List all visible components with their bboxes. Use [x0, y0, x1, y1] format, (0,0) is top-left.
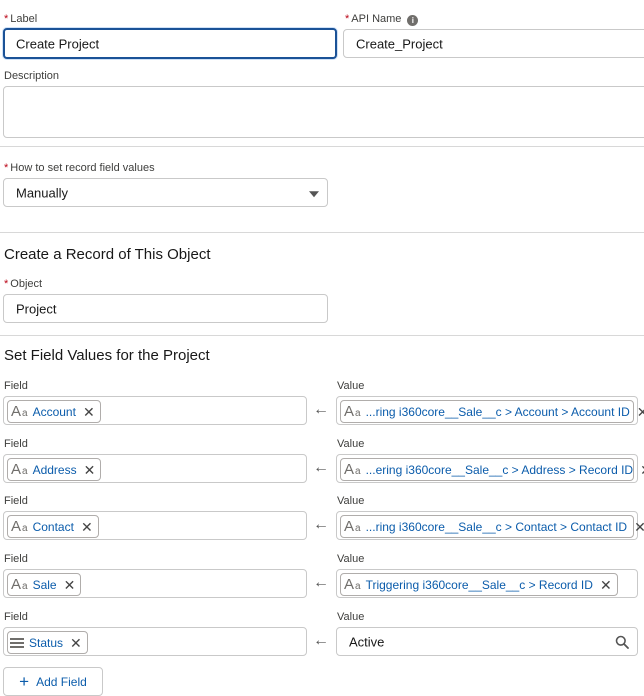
- remove-icon[interactable]: ✕: [81, 520, 93, 534]
- how-to-set-value: Manually: [16, 185, 69, 200]
- how-to-set-select[interactable]: Manually: [3, 178, 328, 207]
- field-label: Field: [4, 380, 28, 392]
- description-textarea[interactable]: [3, 86, 644, 138]
- field-label: Field: [4, 553, 28, 565]
- field-pill-sale: Aa Sale ✕: [7, 573, 82, 596]
- value-label: Value: [337, 495, 365, 507]
- value-input-account[interactable]: Aa ...ring i360core__Sale__c > Account >…: [336, 396, 644, 425]
- api-name-field-label: * API Name i: [345, 13, 419, 26]
- text-type-icon: Aa: [344, 576, 361, 593]
- remove-icon[interactable]: ✕: [70, 636, 82, 650]
- add-field-button[interactable]: + Add Field: [3, 667, 103, 696]
- picklist-icon: [10, 637, 24, 648]
- field-label: Field: [4, 495, 28, 507]
- label-input[interactable]: Create Project: [3, 28, 337, 59]
- field-pill-status: Status ✕: [7, 631, 88, 654]
- text-type-icon: Aa: [11, 576, 28, 593]
- field-input-address[interactable]: Aa Address ✕: [3, 454, 307, 483]
- field-label: Field: [4, 438, 28, 450]
- remove-icon[interactable]: ✕: [600, 578, 612, 592]
- text-type-icon: Aa: [11, 518, 28, 535]
- value-label: Value: [337, 380, 365, 392]
- value-label: Value: [337, 553, 365, 565]
- value-input-contact[interactable]: Aa ...ring i360core__Sale__c > Contact >…: [336, 511, 644, 540]
- field-input-contact[interactable]: Aa Contact ✕: [3, 511, 307, 540]
- object-input-value: Project: [16, 301, 57, 316]
- info-icon[interactable]: i: [407, 15, 419, 26]
- text-type-icon: Aa: [344, 403, 361, 420]
- field-input-account[interactable]: Aa Account ✕: [3, 396, 307, 425]
- text-type-icon: Aa: [344, 461, 361, 478]
- search-icon: [615, 635, 629, 649]
- value-input-sale[interactable]: Aa Triggering i360core__Sale__c > Record…: [336, 569, 638, 598]
- text-type-icon: Aa: [344, 518, 361, 535]
- value-input-status-text: Active: [349, 634, 385, 649]
- divider: [0, 232, 644, 233]
- value-pill-sale: Aa Triggering i360core__Sale__c > Record…: [340, 573, 618, 596]
- field-pill-label: Sale: [32, 577, 57, 592]
- remove-icon[interactable]: ✕: [64, 578, 76, 592]
- section-heading-record: Create a Record of This Object: [4, 246, 211, 263]
- field-input-status[interactable]: Status ✕: [3, 627, 307, 656]
- text-type-icon: Aa: [11, 403, 28, 420]
- field-label: Field: [4, 611, 28, 623]
- text-type-icon: Aa: [11, 461, 28, 478]
- remove-icon[interactable]: ✕: [637, 405, 644, 419]
- value-label: Value: [337, 611, 365, 623]
- remove-icon[interactable]: ✕: [634, 520, 644, 534]
- add-field-label: Add Field: [36, 674, 87, 689]
- object-field-label: * Object: [4, 278, 43, 290]
- api-name-input[interactable]: Create_Project: [343, 29, 644, 58]
- value-input-address[interactable]: Aa ...ering i360core__Sale__c > Address …: [336, 454, 644, 483]
- value-pill-account: Aa ...ring i360core__Sale__c > Account >…: [340, 400, 644, 423]
- value-pill-label: Triggering i360core__Sale__c > Record ID: [365, 577, 593, 592]
- divider: [0, 335, 644, 336]
- field-pill-label: Address: [32, 462, 77, 477]
- left-arrow-icon: ←: [313, 516, 329, 533]
- chevron-down-icon: [309, 190, 319, 197]
- field-pill-address: Aa Address ✕: [7, 458, 102, 481]
- field-pill-account: Aa Account ✕: [7, 400, 101, 423]
- value-input-status[interactable]: Active: [336, 627, 638, 656]
- remove-icon[interactable]: ✕: [84, 463, 96, 477]
- left-arrow-icon: ←: [313, 632, 329, 649]
- value-pill-label: ...ring i360core__Sale__c > Contact > Co…: [365, 519, 628, 534]
- value-pill-label: ...ring i360core__Sale__c > Account > Ac…: [365, 404, 630, 419]
- field-pill-contact: Aa Contact ✕: [7, 515, 99, 538]
- how-to-set-field-label: * How to set record field values: [4, 162, 155, 174]
- object-input[interactable]: Project: [3, 294, 328, 323]
- value-pill-label: ...ering i360core__Sale__c > Address > R…: [365, 462, 634, 477]
- left-arrow-icon: ←: [313, 401, 329, 418]
- divider: [0, 146, 644, 147]
- remove-icon[interactable]: ✕: [640, 463, 644, 477]
- label-field-label: * Label: [4, 13, 38, 25]
- value-pill-contact: Aa ...ring i360core__Sale__c > Contact >…: [340, 515, 644, 538]
- value-label: Value: [337, 438, 365, 450]
- field-pill-label: Status: [29, 635, 64, 650]
- field-input-sale[interactable]: Aa Sale ✕: [3, 569, 307, 598]
- label-input-value: Create Project: [16, 36, 100, 51]
- description-field-label: Description: [4, 70, 60, 82]
- left-arrow-icon: ←: [313, 459, 329, 476]
- section-heading-fields: Set Field Values for the Project: [4, 347, 210, 364]
- field-pill-label: Contact: [32, 519, 74, 534]
- value-pill-address: Aa ...ering i360core__Sale__c > Address …: [340, 458, 644, 481]
- field-pill-label: Account: [32, 404, 76, 419]
- left-arrow-icon: ←: [313, 574, 329, 591]
- remove-icon[interactable]: ✕: [83, 405, 95, 419]
- plus-icon: +: [19, 672, 30, 691]
- api-name-input-value: Create_Project: [356, 36, 443, 51]
